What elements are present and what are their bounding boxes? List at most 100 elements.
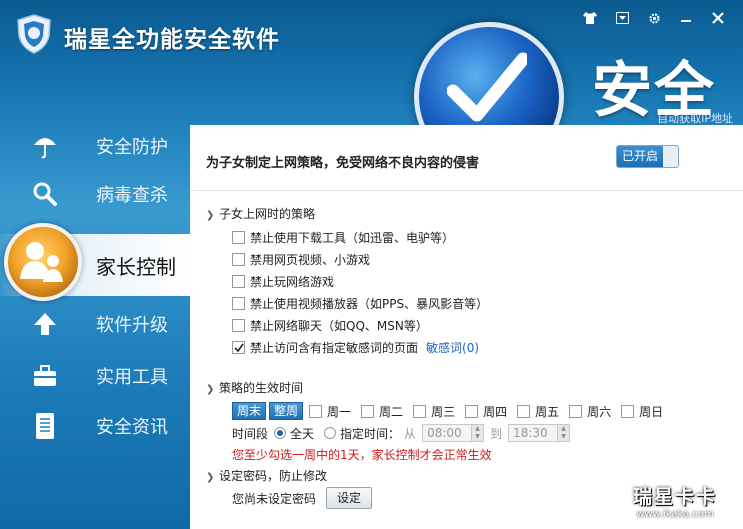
- spinner-icon[interactable]: ▲ ▼: [557, 425, 570, 441]
- radio-all-day[interactable]: [274, 427, 287, 439]
- chevron-right-icon: ❯: [206, 472, 215, 483]
- day-label: 周三: [431, 404, 456, 419]
- day-fri[interactable]: 周五: [517, 403, 559, 420]
- checkbox[interactable]: [361, 404, 375, 418]
- section-policy[interactable]: ❯ 子女上网时的策略: [206, 205, 315, 222]
- end-time-value: 18:30: [513, 426, 548, 440]
- day-tue[interactable]: 周二: [361, 403, 403, 420]
- checkbox[interactable]: [232, 253, 245, 266]
- section-policy-label: 子女上网时的策略: [219, 207, 316, 221]
- header: 瑞星全功能安全软件 安全 自动获取IP地址: [0, 0, 743, 172]
- checkbox[interactable]: [232, 231, 245, 244]
- time-range-row: 时间段 全天 指定时间： 从 08:00 ▲ ▼ 到 18:30 ▲ ▼: [232, 424, 576, 442]
- day-label: 周五: [535, 404, 560, 419]
- parental-control-panel: 为子女制定上网策略，免受网络不良内容的侵害 已开启 ❯ 子女上网时的策略 禁止使用…: [190, 125, 743, 529]
- auto-ip-link[interactable]: 自动获取IP地址: [657, 110, 733, 126]
- gear-icon[interactable]: [641, 8, 667, 28]
- section-password-label: 设定密码，防止修改: [219, 469, 328, 483]
- weekend-button[interactable]: 周末: [232, 402, 267, 420]
- skin-icon[interactable]: [577, 8, 603, 28]
- watermark-main: 瑞星卡卡: [632, 486, 717, 508]
- watermark-url: www.ikaka.com: [636, 509, 714, 520]
- magnifier-icon: [30, 179, 60, 209]
- close-icon[interactable]: [705, 8, 731, 28]
- app-title: 瑞星全功能安全软件: [64, 27, 280, 53]
- day-sun[interactable]: 周日: [621, 403, 663, 420]
- sidebar-item-protection[interactable]: 安全防护: [0, 122, 190, 170]
- sidebar-item-label: 软件升级: [96, 315, 168, 336]
- checkmark-icon: [447, 52, 527, 122]
- sidebar-item-label: 病毒查杀: [96, 185, 168, 206]
- section-time-label: 策略的生效时间: [219, 381, 304, 395]
- all-day-label: 全天: [290, 426, 315, 441]
- from-label: 从: [404, 426, 417, 441]
- option-label: 禁止访问含有指定敏感词的页面: [250, 341, 419, 355]
- fullweek-button[interactable]: 整周: [269, 402, 304, 420]
- umbrella-icon: [30, 131, 60, 161]
- radio-specified-time[interactable]: [324, 427, 337, 439]
- time-label: 时间段: [232, 426, 269, 441]
- end-time-field[interactable]: 18:30 ▲ ▼: [508, 424, 571, 442]
- checkbox[interactable]: [309, 404, 323, 418]
- rising-logo-icon: [16, 14, 52, 54]
- days-row: 周末 整周 周一 周二 周三 周四 周五 周六 周日: [232, 402, 673, 420]
- sidebar-item-news[interactable]: 安全资讯: [0, 402, 190, 450]
- checkbox[interactable]: [232, 319, 245, 332]
- checkbox[interactable]: [232, 275, 245, 288]
- sidebar-item-label: 家长控制: [96, 254, 176, 279]
- option-online-games[interactable]: 禁止玩网络游戏: [232, 273, 334, 290]
- warning-text: 您至少勾选一周中的1天，家长控制才会正常生效: [232, 448, 492, 462]
- panel-title: 为子女制定上网策略，免受网络不良内容的侵害: [206, 156, 480, 171]
- sidebar-item-label: 安全防护: [96, 137, 168, 158]
- sidebar: 安全防护 病毒查杀 家长控制 软件升级 实用工具 安全资讯: [0, 118, 190, 529]
- checkbox[interactable]: [232, 297, 245, 310]
- option-web-video[interactable]: 禁用网页视频、小游戏: [232, 251, 370, 268]
- sidebar-item-tools[interactable]: 实用工具: [0, 352, 190, 400]
- day-thu[interactable]: 周四: [465, 403, 507, 420]
- section-time[interactable]: ❯ 策略的生效时间: [206, 379, 303, 396]
- parental-control-toggle[interactable]: 已开启: [616, 145, 679, 168]
- option-download-tools[interactable]: 禁止使用下载工具（如迅雷、电驴等）: [232, 229, 454, 246]
- day-wed[interactable]: 周三: [413, 403, 455, 420]
- minimize-icon[interactable]: [673, 8, 699, 28]
- sidebar-item-update[interactable]: 软件升级: [0, 300, 190, 348]
- start-time-field[interactable]: 08:00 ▲ ▼: [422, 424, 485, 442]
- menu-icon[interactable]: [609, 8, 635, 28]
- option-video-player[interactable]: 禁止使用视频播放器（如PPS、暴风影音等）: [232, 295, 488, 312]
- panel-header: 为子女制定上网策略，免受网络不良内容的侵害 已开启: [190, 125, 743, 191]
- checkbox[interactable]: [413, 404, 427, 418]
- spinner-icon[interactable]: ▲ ▼: [471, 425, 484, 441]
- option-label: 禁止网络聊天（如QQ、MSN等）: [250, 319, 428, 333]
- day-sat[interactable]: 周六: [569, 403, 611, 420]
- chevron-right-icon: ❯: [206, 210, 215, 221]
- option-label: 禁止玩网络游戏: [250, 275, 335, 289]
- option-sensitive-words[interactable]: 禁止访问含有指定敏感词的页面 敏感词(0): [232, 339, 479, 356]
- option-label: 禁止使用下载工具（如迅雷、电驴等）: [250, 231, 455, 245]
- checkmark-icon: [233, 343, 244, 352]
- toggle-label: 已开启: [617, 146, 663, 167]
- start-time-value: 08:00: [427, 426, 462, 440]
- radio-dot: [277, 430, 284, 436]
- day-mon[interactable]: 周一: [309, 403, 351, 420]
- day-label: 周六: [587, 404, 612, 419]
- checkbox[interactable]: [569, 404, 583, 418]
- day-label: 周日: [639, 404, 664, 419]
- newspaper-icon: [30, 411, 60, 441]
- sidebar-item-label: 安全资讯: [96, 417, 168, 438]
- option-chat[interactable]: 禁止网络聊天（如QQ、MSN等）: [232, 317, 428, 334]
- to-label: 到: [490, 426, 503, 441]
- section-password[interactable]: ❯ 设定密码，防止修改: [206, 467, 327, 484]
- chevron-right-icon: ❯: [206, 384, 215, 395]
- set-password-button[interactable]: 设定: [326, 487, 373, 509]
- sensitive-words-link[interactable]: 敏感词(0): [426, 339, 479, 356]
- toolbox-icon: [30, 361, 60, 391]
- checkbox-checked[interactable]: [232, 341, 245, 354]
- specified-time-label: 指定时间：: [340, 426, 401, 441]
- sidebar-item-virus-scan[interactable]: 病毒查杀: [0, 170, 190, 218]
- password-row: 您尚未设定密码 设定: [232, 487, 373, 509]
- checkbox[interactable]: [517, 404, 531, 418]
- checkbox[interactable]: [465, 404, 479, 418]
- checkbox[interactable]: [621, 404, 635, 418]
- day-label: 周四: [483, 404, 508, 419]
- day-label: 周二: [379, 404, 404, 419]
